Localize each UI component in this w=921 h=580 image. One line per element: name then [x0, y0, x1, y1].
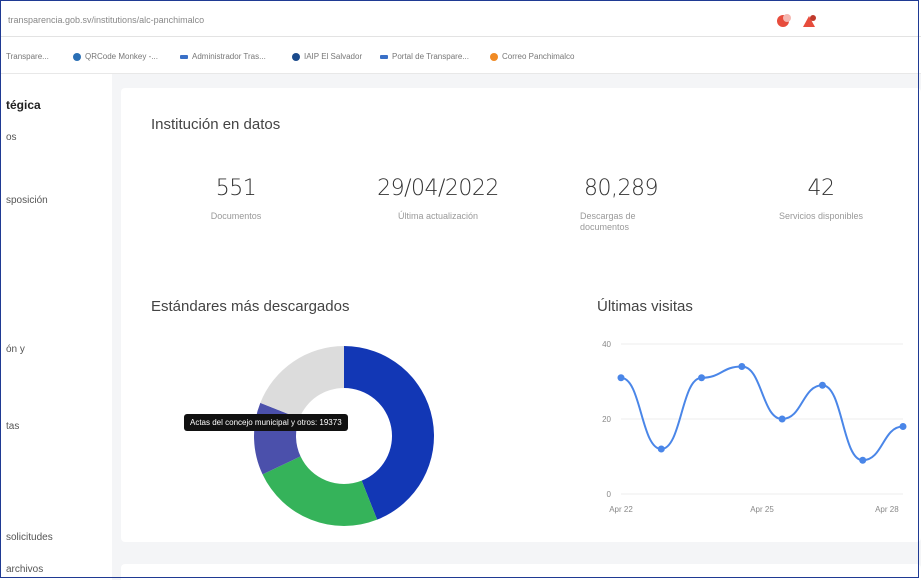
stat-value: 80,289: [584, 176, 658, 201]
visit-point[interactable]: [818, 381, 826, 389]
x-tick-label: Apr 25: [750, 505, 774, 514]
bookmarks-bar: Transpare... QRCode Monkey -... Administ…: [0, 37, 921, 74]
sidebar-item[interactable]: ón y: [6, 344, 25, 355]
x-tick-label: Apr 22: [609, 505, 633, 514]
donut-heading: Estándares más descargados: [151, 298, 350, 315]
stat-label: Última actualización: [397, 211, 479, 221]
visit-point[interactable]: [899, 423, 907, 430]
institution-heading: Institución en datos: [151, 116, 281, 133]
visit-point[interactable]: [778, 415, 786, 423]
bookmark-item[interactable]: IAIP El Salvador: [292, 52, 362, 61]
sidebar-section-title: tégica: [6, 98, 41, 112]
extension-icon[interactable]: [775, 12, 793, 30]
visit-point[interactable]: [657, 445, 665, 453]
stat-last-update: 29/04/2022 Última actualización: [363, 176, 513, 222]
downloads-donut-chart[interactable]: [251, 343, 437, 529]
bookmark-item[interactable]: Correo Panchimalco: [490, 52, 574, 61]
x-tick-label: Apr 28: [875, 505, 899, 514]
bookmark-item[interactable]: Portal de Transpare...: [380, 52, 469, 61]
bookmark-item[interactable]: Administrador Tras...: [180, 52, 266, 61]
sidebar-item[interactable]: tas: [6, 421, 19, 432]
donut-slice[interactable]: [262, 456, 378, 526]
y-tick-label: 20: [602, 415, 611, 424]
stat-value: 29/04/2022: [377, 176, 499, 201]
qrcode-icon: [73, 52, 81, 61]
y-tick-label: 0: [607, 490, 612, 499]
bookmark-item[interactable]: QRCode Monkey -...: [73, 52, 158, 61]
bookmark-item[interactable]: Transpare...: [6, 52, 49, 61]
url-text[interactable]: transparencia.gob.sv/institutions/alc-pa…: [8, 15, 204, 25]
mail-icon: [490, 52, 498, 61]
visit-point[interactable]: [698, 374, 706, 382]
stat-services: 42 Servicios disponibles: [761, 176, 881, 222]
extension-warning-icon[interactable]: [800, 12, 818, 30]
visits-line-chart[interactable]: 0 20 40 Apr 22 Apr 25 Apr 28: [591, 336, 911, 526]
globe-icon: [292, 52, 300, 61]
stat-label: Servicios disponibles: [778, 211, 864, 221]
sidebar-item[interactable]: sposición: [6, 195, 48, 206]
institution-data-card: Institución en datos 551 Documentos 29/0…: [121, 88, 921, 542]
donut-tooltip: Actas del concejo municipal y otros: 193…: [184, 414, 348, 431]
stat-downloads: 80,289 Descargas de documentos: [576, 176, 666, 233]
dash-icon: [380, 54, 388, 59]
stat-value: 42: [807, 176, 836, 201]
sidebar-item[interactable]: archivos: [6, 564, 43, 575]
stat-label: Documentos: [210, 211, 262, 221]
sidebar-item[interactable]: solicitudes: [6, 532, 53, 543]
stat-value: 551: [215, 176, 257, 201]
visit-point[interactable]: [617, 374, 625, 382]
stat-documents: 551 Documentos: [181, 176, 291, 222]
visit-point[interactable]: [738, 363, 746, 370]
visit-point[interactable]: [859, 456, 867, 464]
visits-heading: Últimas visitas: [597, 298, 693, 315]
y-tick-label: 40: [602, 340, 611, 349]
browser-url-bar[interactable]: transparencia.gob.sv/institutions/alc-pa…: [0, 6, 921, 37]
donut-slice[interactable]: [260, 346, 344, 419]
sidebar-item[interactable]: os: [6, 132, 17, 143]
stat-label: Descargas de documentos: [580, 211, 636, 232]
next-card: [121, 564, 921, 580]
sidebar: tégica os sposición ón y tas solicitudes…: [0, 74, 112, 580]
dash-icon: [180, 54, 188, 59]
